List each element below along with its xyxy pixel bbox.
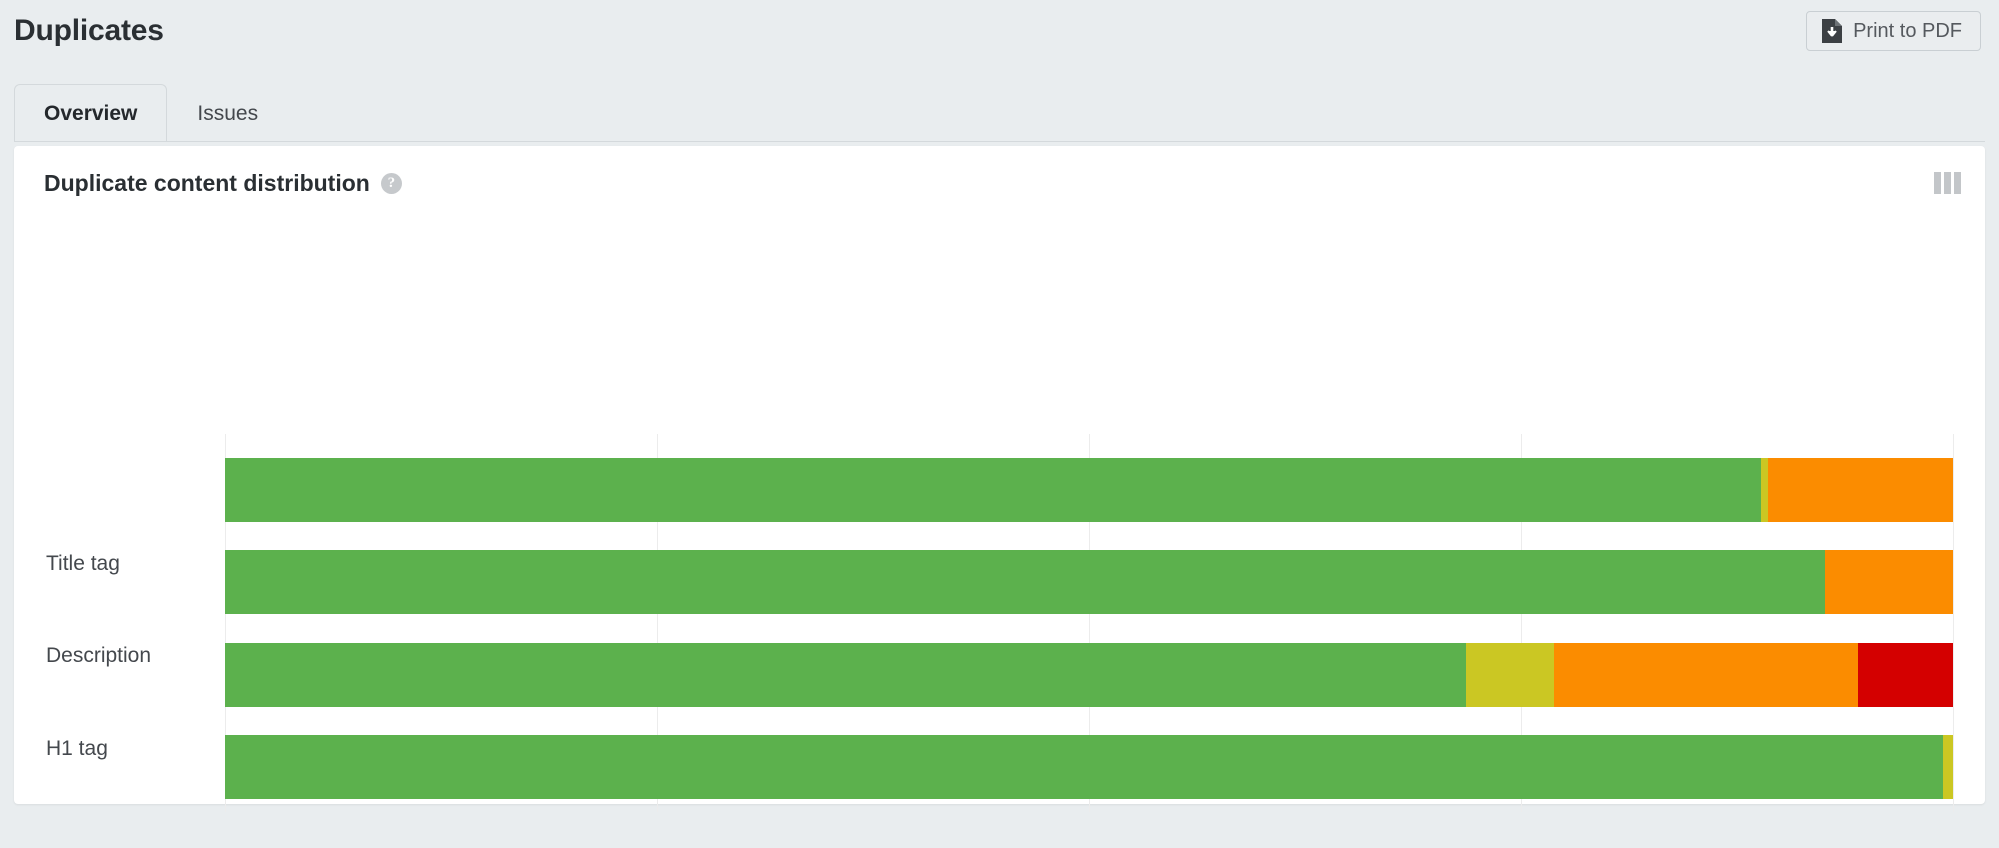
bar-row[interactable]	[225, 735, 1953, 799]
file-download-icon	[1822, 19, 1843, 43]
bar-segment[interactable]	[225, 458, 1762, 522]
duplicate-content-distribution-card: Duplicate content distribution ? Title t…	[14, 146, 1985, 848]
bar-segment[interactable]	[225, 550, 1826, 614]
tab-issues-label: Issues	[197, 101, 259, 125]
bar-row[interactable]	[225, 458, 1953, 522]
gridline-100%	[1953, 434, 1954, 826]
card-title-group: Duplicate content distribution ?	[44, 170, 402, 197]
tab-bar: Overview Issues	[14, 84, 288, 142]
page-header: Duplicates Print to PDF	[0, 0, 1999, 62]
tab-overview-label: Overview	[44, 101, 138, 125]
bar-segment[interactable]	[1825, 550, 1953, 614]
y-axis-label-description: Description	[46, 644, 152, 667]
duplicate-content-chart: Title tag Description H1 tag Content 0%2…	[14, 220, 1985, 848]
y-axis-label-title-tag: Title tag	[46, 552, 120, 575]
page-bottom-strip	[0, 812, 1999, 848]
card-header: Duplicate content distribution ?	[14, 146, 1985, 220]
bar-segment[interactable]	[1768, 458, 1953, 522]
help-circle-icon[interactable]: ?	[380, 172, 402, 194]
bar-segment[interactable]	[1761, 458, 1769, 522]
tab-bar-divider	[14, 141, 1985, 142]
bar-segment[interactable]	[1942, 735, 1953, 799]
tab-overview[interactable]: Overview	[14, 84, 168, 142]
bar-row[interactable]	[225, 550, 1953, 614]
print-to-pdf-label: Print to PDF	[1853, 19, 1962, 42]
page-title: Duplicates	[14, 14, 164, 47]
plot-area	[225, 434, 1954, 826]
tab-issues[interactable]: Issues	[167, 84, 288, 142]
columns-chart-icon-bar	[1944, 172, 1951, 194]
columns-chart-icon-bar	[1934, 172, 1941, 194]
bar-segment[interactable]	[1465, 643, 1554, 707]
bar-segment[interactable]	[225, 735, 1943, 799]
card-title: Duplicate content distribution	[44, 169, 370, 196]
duplicates-page: Duplicates Print to PDF Overview Issues	[0, 0, 1999, 848]
y-axis-label-h1-tag: H1 tag	[46, 737, 108, 760]
bar-segment[interactable]	[225, 643, 1466, 707]
columns-chart-icon[interactable]	[1934, 172, 1961, 194]
bar-segment[interactable]	[1553, 643, 1858, 707]
bar-row[interactable]	[225, 643, 1953, 707]
bar-segment[interactable]	[1857, 643, 1953, 707]
columns-chart-icon-bar	[1954, 172, 1961, 194]
print-to-pdf-button[interactable]: Print to PDF	[1806, 11, 1981, 51]
